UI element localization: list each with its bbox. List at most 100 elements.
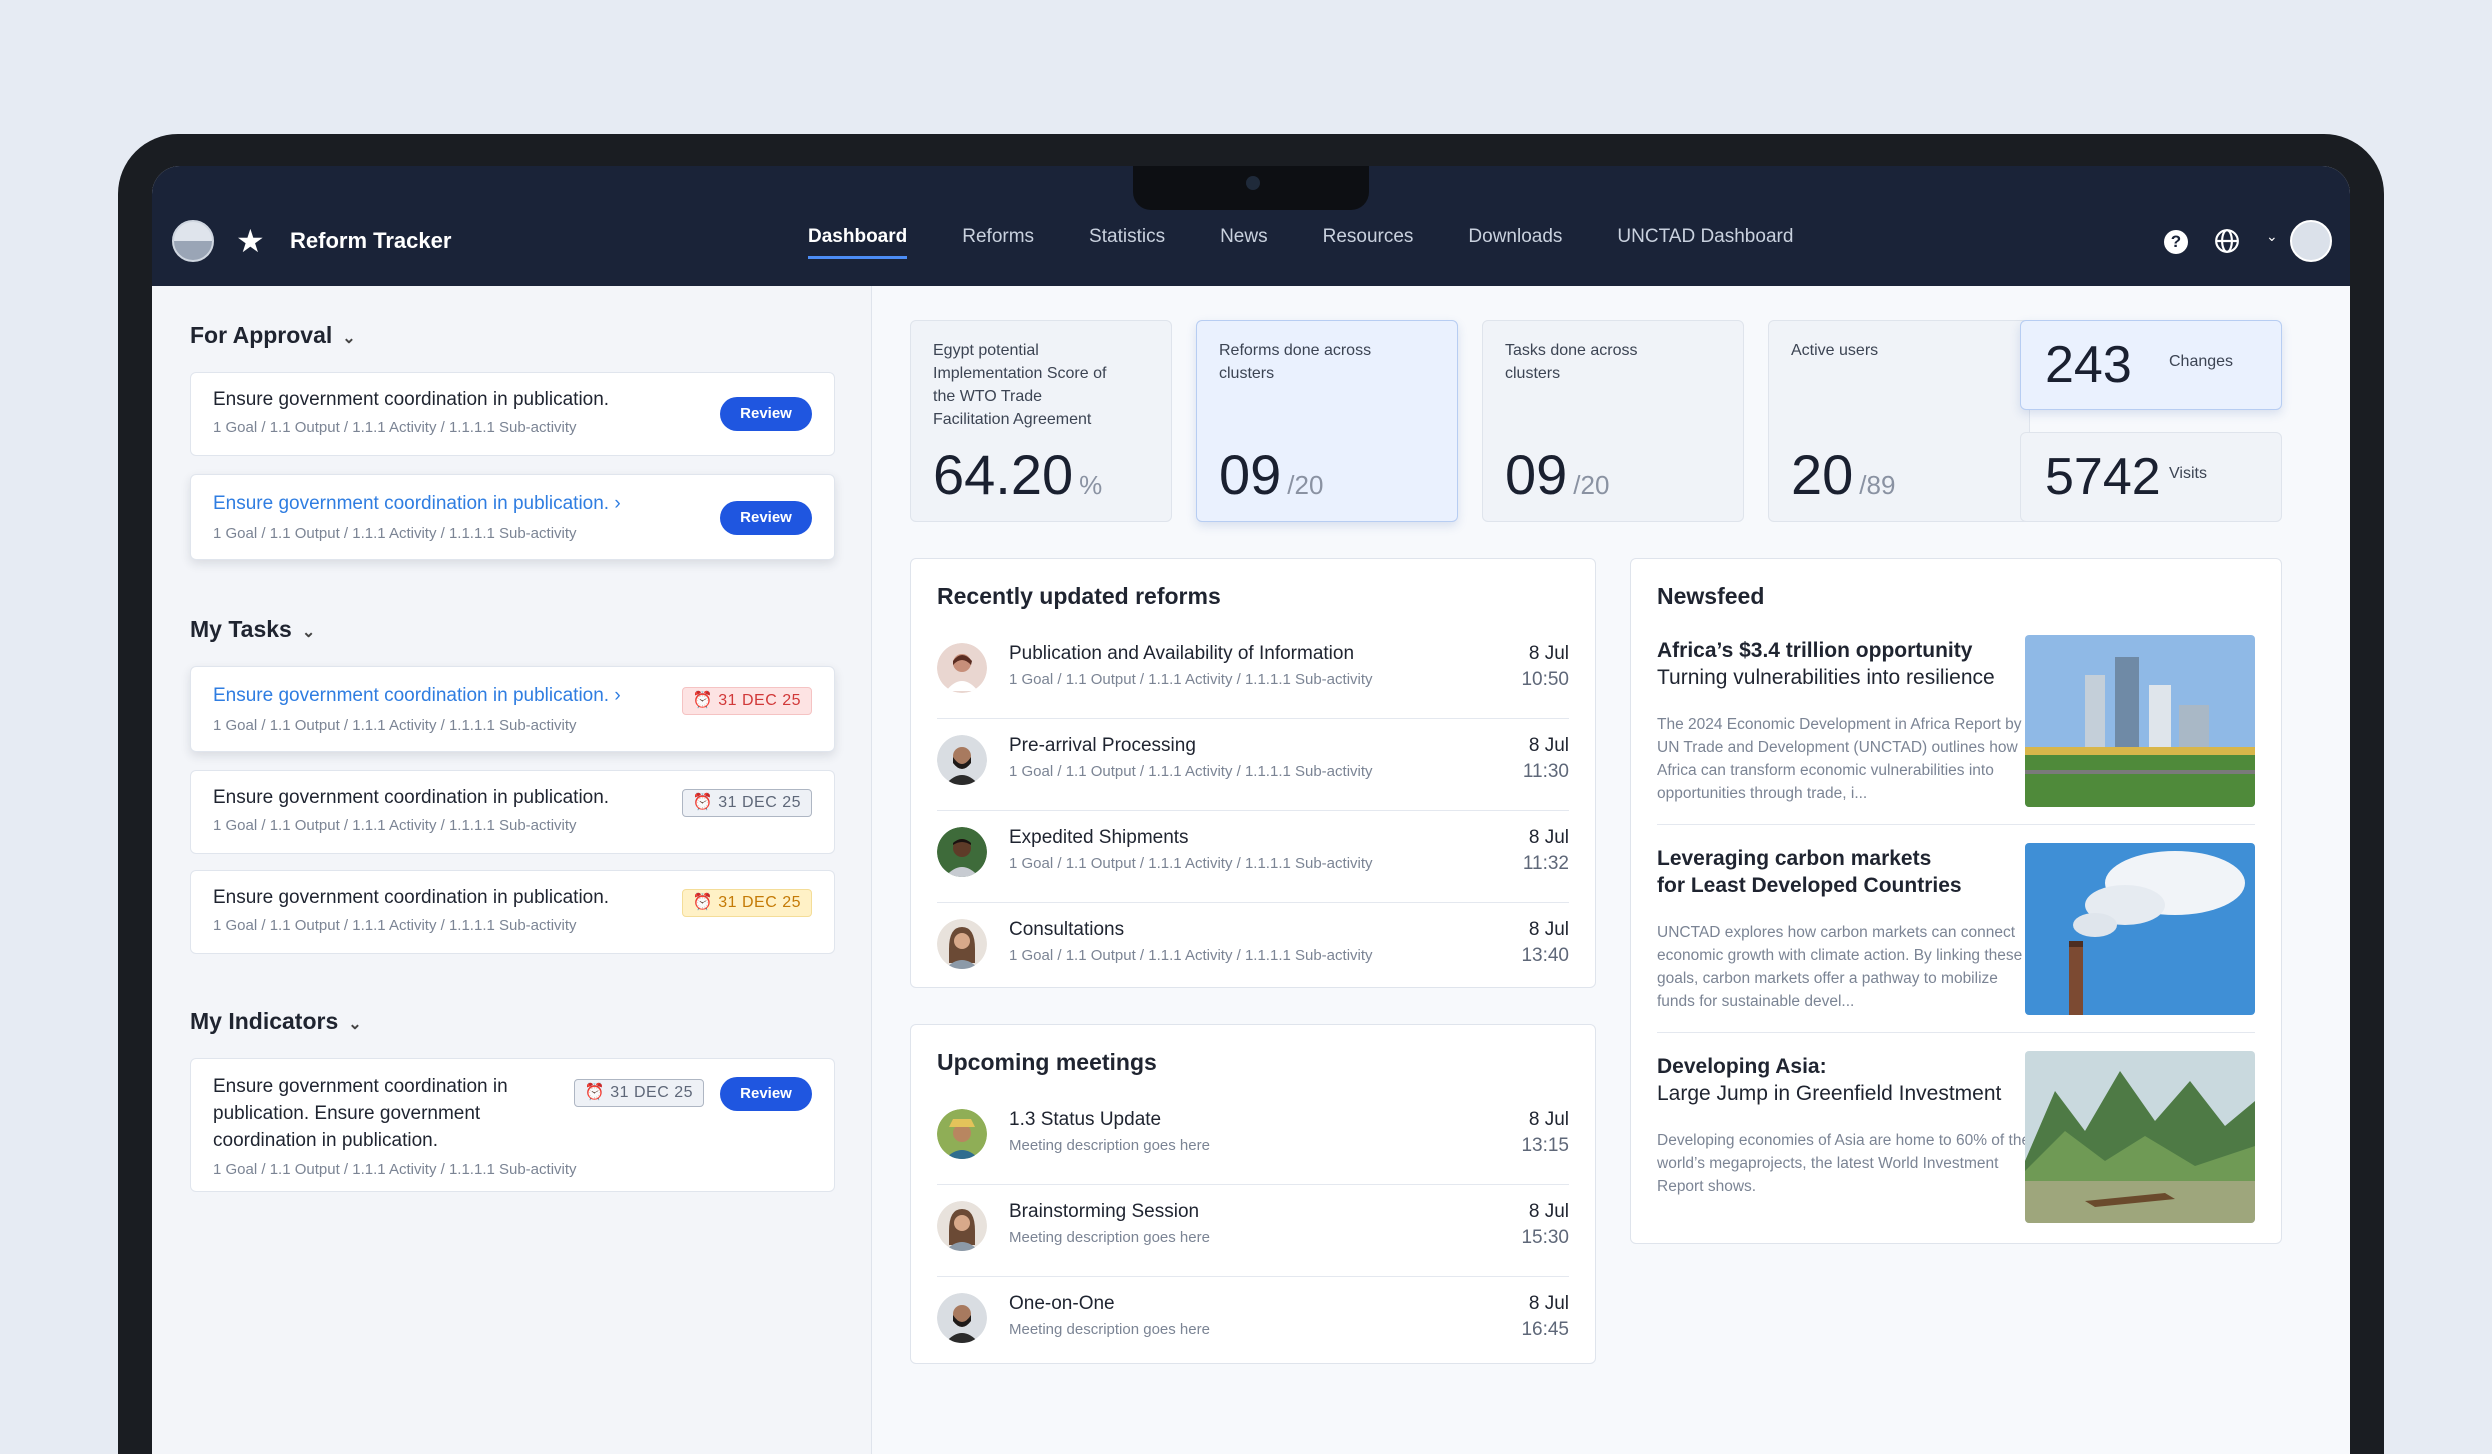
stat-value: 09/20	[1505, 442, 1609, 507]
my-indicators-heading[interactable]: My Indicators ⌄	[190, 1008, 362, 1035]
stat-card-users[interactable]: Active users 20/89	[1768, 320, 2030, 522]
news-image[interactable]	[2025, 843, 2255, 1015]
stat-suffix: /89	[1859, 470, 1896, 500]
news-headline[interactable]: Africa’s $3.4 trillion opportunity Turnin…	[1657, 637, 2037, 691]
newsfeed-panel: Newsfeed Africa’s $3.4 trillion opportun…	[1630, 558, 2282, 1244]
stat-value: 64.20%	[933, 442, 1102, 507]
review-button[interactable]: Review	[720, 1077, 812, 1111]
reform-title: Expedited Shipments	[1009, 827, 1189, 848]
news-image[interactable]	[2025, 635, 2255, 807]
nav-downloads[interactable]: Downloads	[1468, 226, 1562, 259]
card-breadcrumb: 1 Goal / 1.1 Output / 1.1.1 Activity / 1…	[213, 717, 577, 734]
reform-time: 11:32	[1522, 853, 1569, 874]
recent-reforms-panel: Recently updated reforms Publication and…	[910, 558, 1596, 988]
logo-icon[interactable]	[172, 220, 214, 262]
meeting-title: One-on-One	[1009, 1293, 1115, 1314]
globe-icon[interactable]	[2214, 228, 2240, 254]
review-button[interactable]: Review	[720, 501, 812, 535]
for-approval-heading[interactable]: For Approval ⌄	[190, 322, 356, 349]
card-breadcrumb: 1 Goal / 1.1 Output / 1.1.1 Activity / 1…	[213, 419, 577, 436]
card-title: Ensure government coordination in public…	[213, 787, 610, 808]
nav-news[interactable]: News	[1220, 226, 1268, 259]
indicator-card[interactable]: Ensure government coordination in public…	[190, 1058, 835, 1192]
card-title-line: publication. Ensure government	[213, 1103, 481, 1124]
panel-title: Newsfeed	[1657, 583, 1765, 609]
meeting-row[interactable]: One-on-One Meeting description goes here…	[937, 1279, 1569, 1369]
stat-suffix: /20	[1287, 470, 1324, 500]
reform-date: 8 Jul	[1528, 919, 1569, 940]
news-headline[interactable]: Developing Asia: Large Jump in Greenfield…	[1657, 1053, 2037, 1107]
stat-number: 20	[1791, 443, 1854, 506]
reform-breadcrumb: 1 Goal / 1.1 Output / 1.1.1 Activity / 1…	[1009, 763, 1373, 780]
stat-card-tasks[interactable]: Tasks done across clusters 09/20	[1482, 320, 1744, 522]
camera-dot	[1246, 176, 1260, 190]
nav-resources[interactable]: Resources	[1323, 226, 1414, 259]
nav-statistics[interactable]: Statistics	[1089, 226, 1165, 259]
my-tasks-heading[interactable]: My Tasks ⌄	[190, 616, 315, 643]
card-title: Ensure government coordination in public…	[213, 389, 610, 410]
news-image[interactable]	[2025, 1051, 2255, 1223]
main-nav: Dashboard Reforms Statistics News Resour…	[808, 226, 1793, 259]
card-breadcrumb: 1 Goal / 1.1 Output / 1.1.1 Activity / 1…	[213, 817, 577, 834]
approval-card[interactable]: Ensure government coordination in public…	[190, 474, 835, 560]
laptop-frame: ★ Reform Tracker Dashboard Reforms Stati…	[118, 134, 2384, 1454]
reform-row[interactable]: Publication and Availability of Informat…	[937, 629, 1569, 719]
meeting-title: Brainstorming Session	[1009, 1201, 1200, 1222]
divider	[1657, 824, 2255, 825]
panel-title: Recently updated reforms	[937, 583, 1221, 609]
news-item[interactable]: Leveraging carbon markets for Least Devel…	[1657, 843, 2255, 1033]
task-card[interactable]: Ensure government coordination in public…	[190, 870, 835, 954]
user-avatar[interactable]	[2290, 220, 2332, 262]
chevron-down-icon[interactable]: ⌄	[2266, 228, 2278, 245]
reform-row[interactable]: Consultations 1 Goal / 1.1 Output / 1.1.…	[937, 905, 1569, 995]
meeting-row[interactable]: Brainstorming Session Meeting descriptio…	[937, 1187, 1569, 1277]
news-headline-main: Africa’s $3.4 trillion opportunity	[1657, 639, 1973, 662]
stat-card-score[interactable]: Egypt potential Implementation Score of …	[910, 320, 1172, 522]
approval-card[interactable]: Ensure government coordination in public…	[190, 372, 835, 456]
reform-row[interactable]: Pre-arrival Processing 1 Goal / 1.1 Outp…	[937, 721, 1569, 811]
changes-card[interactable]: 243 Changes	[2020, 320, 2282, 410]
nav-dashboard[interactable]: Dashboard	[808, 226, 908, 259]
my-tasks-label: My Tasks	[190, 616, 292, 642]
stat-label: Reforms done across clusters	[1219, 342, 1372, 382]
card-title-link[interactable]: Ensure government coordination in public…	[213, 685, 621, 707]
news-item[interactable]: Developing Asia: Large Jump in Greenfield…	[1657, 1051, 2255, 1241]
news-item[interactable]: Africa’s $3.4 trillion opportunity Turnin…	[1657, 635, 2255, 825]
card-breadcrumb: 1 Goal / 1.1 Output / 1.1.1 Activity / 1…	[213, 917, 577, 934]
star-icon[interactable]: ★	[236, 222, 265, 260]
news-summary: The 2024 Economic Development in Africa …	[1657, 716, 2022, 802]
card-title-link[interactable]: Ensure government coordination in public…	[213, 493, 621, 515]
review-button[interactable]: Review	[720, 397, 812, 431]
card-breadcrumb: 1 Goal / 1.1 Output / 1.1.1 Activity / 1…	[213, 525, 577, 542]
reform-time: 13:40	[1521, 945, 1569, 966]
news-headline[interactable]: Leveraging carbon markets for Least Devel…	[1657, 845, 2037, 899]
reform-date: 8 Jul	[1528, 827, 1569, 848]
panel-title: Upcoming meetings	[937, 1049, 1157, 1075]
task-card[interactable]: Ensure government coordination in public…	[190, 666, 835, 752]
stat-number: 64.20	[933, 443, 1074, 506]
help-icon[interactable]: ?	[2164, 230, 2188, 254]
nav-reforms[interactable]: Reforms	[962, 226, 1034, 259]
task-card[interactable]: Ensure government coordination in public…	[190, 770, 835, 854]
meeting-date: 8 Jul	[1528, 1109, 1569, 1130]
reform-row[interactable]: Expedited Shipments 1 Goal / 1.1 Output …	[937, 813, 1569, 903]
changes-count: 243	[2045, 336, 2132, 394]
nav-unctad-dashboard[interactable]: UNCTAD Dashboard	[1617, 226, 1793, 259]
reform-time: 11:30	[1522, 761, 1569, 782]
card-title-line: Ensure government coordination in	[213, 1076, 508, 1097]
stat-label: Egypt potential Implementation Score of …	[933, 342, 1107, 428]
changes-label: Changes	[2169, 353, 2234, 370]
visits-card[interactable]: 5742 Visits	[2020, 432, 2282, 522]
reform-date: 8 Jul	[1528, 735, 1569, 756]
reform-title: Pre-arrival Processing	[1009, 735, 1196, 756]
meeting-row[interactable]: 1.3 Status Update Meeting description go…	[937, 1095, 1569, 1185]
avatar	[937, 919, 987, 969]
news-headline-main: Developing Asia:	[1657, 1055, 1827, 1078]
stat-card-reforms[interactable]: Reforms done across clusters 09/20	[1196, 320, 1458, 522]
stat-suffix: %	[1079, 470, 1103, 500]
main-content: Egypt potential Implementation Score of …	[872, 286, 2350, 1454]
stat-number: 09	[1505, 443, 1568, 506]
stat-value: 20/89	[1791, 442, 1895, 507]
upcoming-meetings-panel: Upcoming meetings 1.3 Status Update Meet…	[910, 1024, 1596, 1364]
meeting-description: Meeting description goes here	[1009, 1137, 1210, 1154]
